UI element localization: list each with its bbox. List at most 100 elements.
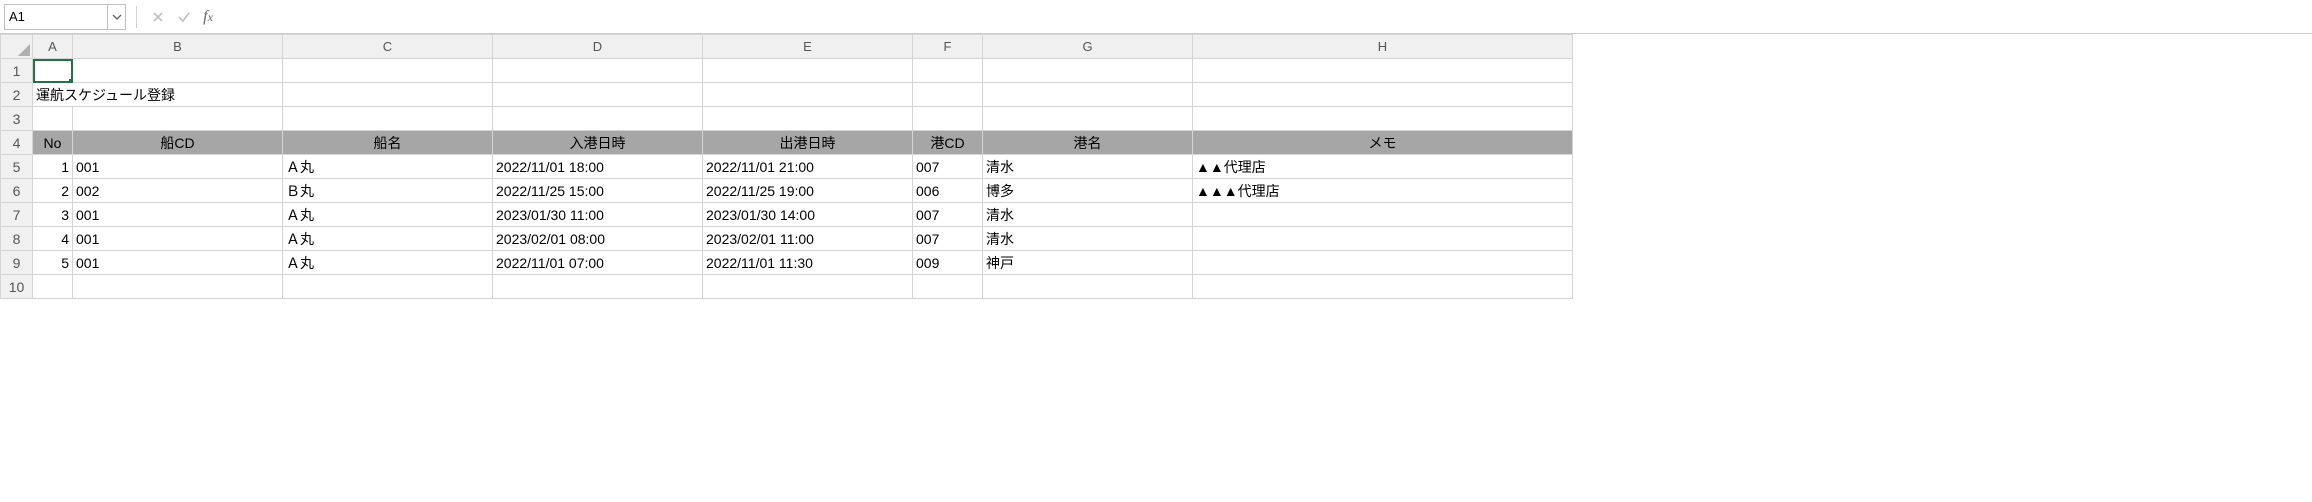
cell[interactable] (283, 59, 493, 83)
tbl-header-port-cd[interactable]: 港CD (913, 131, 983, 155)
cell-memo[interactable]: ▲▲代理店 (1193, 155, 1573, 179)
enter-button[interactable] (173, 6, 195, 28)
row-header[interactable]: 7 (1, 203, 33, 227)
cell-port-cd[interactable]: 009 (913, 251, 983, 275)
cell[interactable] (493, 107, 703, 131)
cell[interactable] (1193, 107, 1573, 131)
select-all-corner[interactable] (1, 35, 33, 59)
cell[interactable] (913, 59, 983, 83)
name-box-input[interactable] (4, 4, 108, 30)
cell[interactable] (73, 107, 283, 131)
row-header[interactable]: 8 (1, 227, 33, 251)
cell-port-name[interactable]: 清水 (983, 227, 1193, 251)
tbl-header-ship-cd[interactable]: 船CD (73, 131, 283, 155)
cell[interactable] (73, 275, 283, 299)
cell-arrival[interactable]: 2022/11/25 15:00 (493, 179, 703, 203)
cancel-button[interactable] (147, 6, 169, 28)
cell-no[interactable]: 1 (33, 155, 73, 179)
cell-port-cd[interactable]: 007 (913, 227, 983, 251)
col-header[interactable]: G (983, 35, 1193, 59)
row-header[interactable]: 2 (1, 83, 33, 107)
insert-function-button[interactable]: fx (199, 6, 221, 28)
tbl-header-departure[interactable]: 出港日時 (703, 131, 913, 155)
cell[interactable] (913, 107, 983, 131)
cell[interactable] (983, 275, 1193, 299)
cell[interactable] (283, 107, 493, 131)
cell[interactable] (983, 83, 1193, 107)
cell[interactable] (33, 107, 73, 131)
cell[interactable] (493, 59, 703, 83)
cell-ship-cd[interactable]: 002 (73, 179, 283, 203)
cell-departure[interactable]: 2022/11/01 11:30 (703, 251, 913, 275)
cell-no[interactable]: 3 (33, 203, 73, 227)
tbl-header-memo[interactable]: メモ (1193, 131, 1573, 155)
row-header[interactable]: 6 (1, 179, 33, 203)
col-header[interactable]: C (283, 35, 493, 59)
cell[interactable] (703, 83, 913, 107)
cell-ship-cd[interactable]: 001 (73, 155, 283, 179)
row-header[interactable]: 1 (1, 59, 33, 83)
tbl-header-port-name[interactable]: 港名 (983, 131, 1193, 155)
cell-port-cd[interactable]: 007 (913, 203, 983, 227)
cell-port-name[interactable]: 神戸 (983, 251, 1193, 275)
cell-ship-name[interactable]: Ａ丸 (283, 251, 493, 275)
col-header[interactable]: A (33, 35, 73, 59)
row-header[interactable]: 3 (1, 107, 33, 131)
cell[interactable] (33, 275, 73, 299)
cell-departure[interactable]: 2023/02/01 11:00 (703, 227, 913, 251)
col-header[interactable]: F (913, 35, 983, 59)
cell-arrival[interactable]: 2023/01/30 11:00 (493, 203, 703, 227)
cell[interactable] (73, 59, 283, 83)
cell[interactable] (703, 107, 913, 131)
cell[interactable] (493, 83, 703, 107)
sheet-title[interactable]: 運航スケジュール登録 (33, 83, 283, 107)
col-header[interactable]: H (1193, 35, 1573, 59)
cell-port-name[interactable]: 清水 (983, 155, 1193, 179)
col-header[interactable]: E (703, 35, 913, 59)
cell[interactable] (493, 275, 703, 299)
col-header[interactable]: D (493, 35, 703, 59)
cell[interactable] (1193, 59, 1573, 83)
cell-no[interactable]: 4 (33, 227, 73, 251)
cell-port-cd[interactable]: 007 (913, 155, 983, 179)
row-header[interactable]: 9 (1, 251, 33, 275)
cell[interactable] (983, 107, 1193, 131)
cell[interactable] (983, 59, 1193, 83)
cell[interactable] (703, 275, 913, 299)
cell-ship-name[interactable]: Ｂ丸 (283, 179, 493, 203)
row-header[interactable]: 4 (1, 131, 33, 155)
cell-A1[interactable] (33, 59, 73, 83)
cell[interactable] (913, 83, 983, 107)
cell-ship-cd[interactable]: 001 (73, 203, 283, 227)
cell-ship-cd[interactable]: 001 (73, 251, 283, 275)
cell-ship-name[interactable]: Ａ丸 (283, 203, 493, 227)
tbl-header-no[interactable]: No (33, 131, 73, 155)
cell[interactable] (1193, 275, 1573, 299)
cell-no[interactable]: 5 (33, 251, 73, 275)
row-header[interactable]: 5 (1, 155, 33, 179)
name-box-dropdown[interactable] (108, 4, 126, 30)
cell-memo[interactable] (1193, 227, 1573, 251)
row-header[interactable]: 10 (1, 275, 33, 299)
cell-departure[interactable]: 2022/11/25 19:00 (703, 179, 913, 203)
spreadsheet[interactable]: A B C D E F G H 1 2 運航スケジュール登録 (0, 34, 2312, 299)
formula-input[interactable] (225, 4, 2308, 30)
cell-departure[interactable]: 2023/01/30 14:00 (703, 203, 913, 227)
cell[interactable] (1193, 83, 1573, 107)
cell-memo[interactable] (1193, 203, 1573, 227)
cell-ship-name[interactable]: Ａ丸 (283, 155, 493, 179)
cell-arrival[interactable]: 2022/11/01 07:00 (493, 251, 703, 275)
cell-departure[interactable]: 2022/11/01 21:00 (703, 155, 913, 179)
cell-arrival[interactable]: 2023/02/01 08:00 (493, 227, 703, 251)
cell-port-name[interactable]: 清水 (983, 203, 1193, 227)
cell-no[interactable]: 2 (33, 179, 73, 203)
cell[interactable] (703, 59, 913, 83)
col-header[interactable]: B (73, 35, 283, 59)
cell-port-name[interactable]: 博多 (983, 179, 1193, 203)
tbl-header-ship-name[interactable]: 船名 (283, 131, 493, 155)
cell-ship-cd[interactable]: 001 (73, 227, 283, 251)
cell[interactable] (283, 275, 493, 299)
cell-arrival[interactable]: 2022/11/01 18:00 (493, 155, 703, 179)
cell-memo[interactable] (1193, 251, 1573, 275)
cell[interactable] (913, 275, 983, 299)
